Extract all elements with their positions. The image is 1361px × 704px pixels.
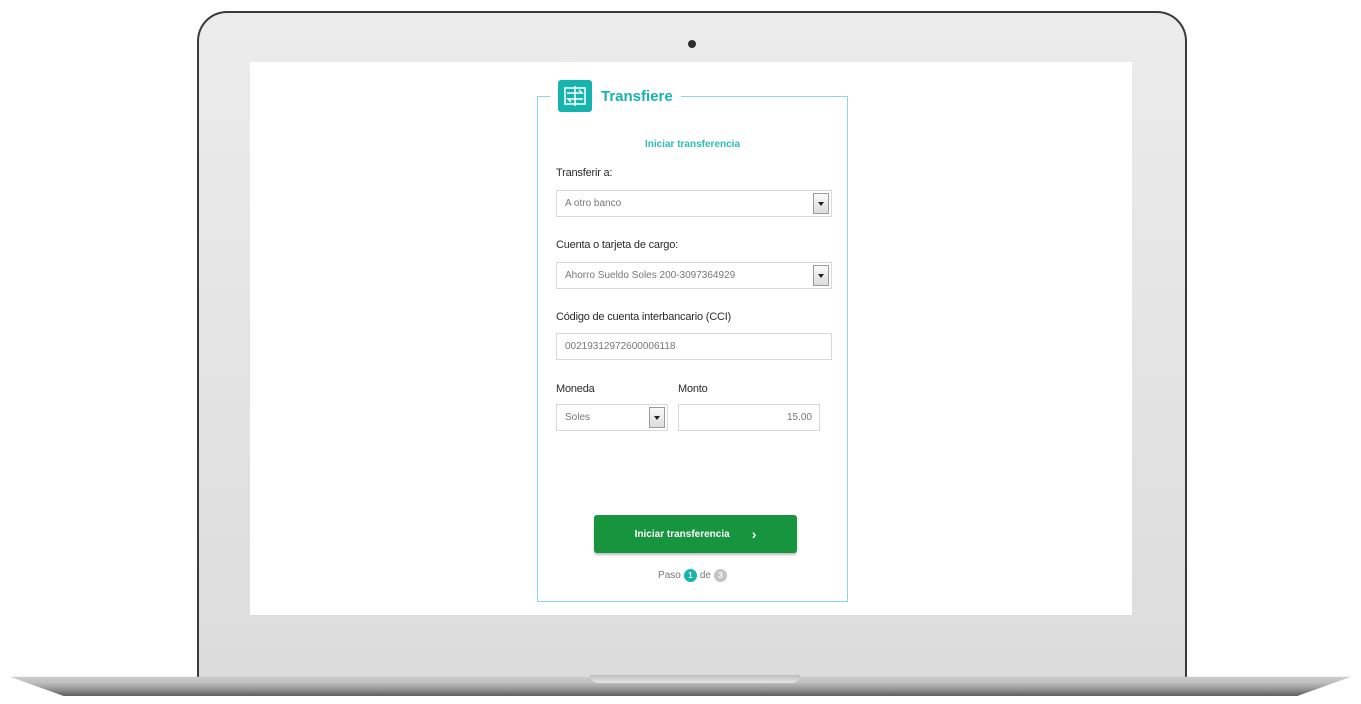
chevron-down-icon[interactable] bbox=[813, 265, 829, 286]
step-indicator: Paso 1 de 3 bbox=[538, 569, 847, 582]
camera-dot bbox=[688, 40, 696, 48]
chevron-down-icon[interactable] bbox=[649, 407, 665, 428]
step-current-badge: 1 bbox=[683, 569, 697, 582]
transfer-to-value: A otro banco bbox=[565, 198, 622, 209]
step-prefix: Paso bbox=[658, 570, 681, 581]
cci-input[interactable]: 00219312972600006118 bbox=[556, 333, 832, 360]
card-header: Transfiere bbox=[550, 80, 681, 112]
currency-value: Soles bbox=[565, 412, 591, 423]
currency-select[interactable]: Soles bbox=[556, 404, 668, 431]
step-separator: de bbox=[699, 570, 711, 581]
start-transfer-button[interactable]: Iniciar transferencia › bbox=[594, 515, 797, 553]
transfer-arrows-icon bbox=[558, 80, 592, 112]
amount-label: Monto bbox=[678, 383, 708, 395]
transfer-to-label: Transferir a: bbox=[556, 167, 613, 179]
charge-account-value: Ahorro Sueldo Soles 200-3097364929 bbox=[565, 270, 736, 281]
amount-value: 15.00 bbox=[786, 412, 812, 423]
card-title: Transfiere bbox=[601, 87, 673, 105]
transfer-to-select[interactable]: A otro banco bbox=[556, 190, 832, 217]
cci-value: 00219312972600006118 bbox=[565, 341, 676, 352]
chevron-down-icon[interactable] bbox=[813, 193, 829, 214]
laptop-base-notch bbox=[590, 675, 800, 683]
charge-account-select[interactable]: Ahorro Sueldo Soles 200-3097364929 bbox=[556, 262, 832, 289]
amount-input[interactable]: 15.00 bbox=[678, 404, 820, 431]
charge-account-label: Cuenta o tarjeta de cargo: bbox=[556, 239, 678, 251]
currency-label: Moneda bbox=[556, 383, 595, 395]
step-total-badge: 3 bbox=[713, 569, 727, 582]
chevron-right-icon: › bbox=[751, 526, 757, 542]
laptop-screen: Transfiere Iniciar transferencia Transfe… bbox=[250, 62, 1132, 615]
cci-label: Código de cuenta interbancario (CCI) bbox=[556, 311, 732, 323]
page-subtitle: Iniciar transferencia bbox=[644, 139, 741, 150]
transfer-card: Transfiere Iniciar transferencia Transfe… bbox=[537, 80, 848, 602]
start-transfer-label: Iniciar transferencia bbox=[634, 528, 730, 540]
